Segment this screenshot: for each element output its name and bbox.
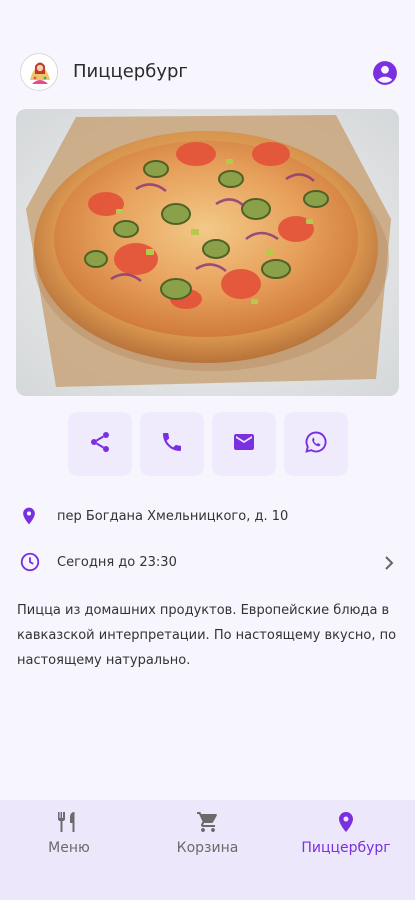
address-row[interactable]: пер Богдана Хмельницкого, д. 10 [0,503,415,533]
nav-label-cart: Корзина [176,840,239,856]
nav-item-menu[interactable]: Меню [0,800,138,900]
whatsapp-icon [304,430,328,458]
email-button[interactable] [212,412,276,476]
restaurant-logo[interactable] [20,53,58,91]
call-button[interactable] [140,412,204,476]
clock-icon [19,551,40,573]
chevron-right-icon [383,555,395,571]
cart-icon [196,810,220,834]
hours-row[interactable]: Сегодня до 23:30 [0,549,415,579]
mail-icon [232,430,256,458]
address-text: пер Богдана Хмельницкого, д. 10 [57,509,289,524]
hours-text: Сегодня до 23:30 [57,555,177,570]
share-icon [88,430,112,458]
nav-item-restaurant[interactable]: Пиццербург [277,800,415,900]
page-title: Пиццербург [73,61,188,82]
location-pin-icon [334,810,358,834]
contact-actions [68,412,348,476]
share-button[interactable] [68,412,132,476]
location-pin-icon [19,505,39,527]
restaurant-description: Пицца из домашних продуктов. Европейские… [17,603,397,668]
cutlery-icon [57,810,81,834]
phone-icon [160,430,184,458]
nav-label-menu: Меню [48,840,90,856]
whatsapp-button[interactable] [284,412,348,476]
nav-label-restaurant: Пиццербург [301,840,391,856]
nav-item-cart[interactable]: Корзина [138,800,277,900]
pizza-photo [16,109,399,396]
app-header: Пиццербург [0,48,415,98]
account-circle-icon[interactable] [372,60,398,86]
bottom-navigation: Меню Корзина Пиццербург [0,800,415,900]
